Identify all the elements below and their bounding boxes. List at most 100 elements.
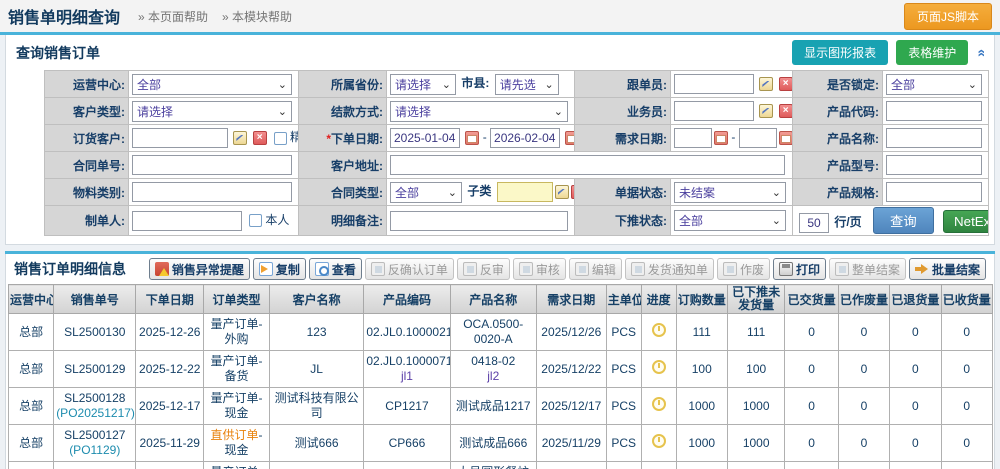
clear-icon[interactable] bbox=[779, 104, 793, 118]
order-customer-input[interactable] bbox=[132, 128, 228, 148]
column-header[interactable]: 进度 bbox=[641, 285, 676, 314]
rows-per-page-input[interactable] bbox=[799, 213, 829, 233]
page-help-link[interactable]: » 本页面帮助 bbox=[138, 8, 208, 25]
calendar-icon[interactable] bbox=[565, 131, 574, 145]
clear-icon[interactable] bbox=[571, 185, 575, 199]
lookup-icon[interactable] bbox=[759, 77, 773, 91]
table-row: 总部SL2500128(PO20251217)2025-12-17量产订单-现金… bbox=[9, 388, 993, 425]
calendar-icon[interactable] bbox=[465, 131, 479, 145]
column-header[interactable]: 销售单号 bbox=[54, 285, 136, 314]
lookup-icon[interactable] bbox=[759, 104, 773, 118]
self-checkbox[interactable] bbox=[249, 214, 262, 227]
cell-product-name: OCA.0500-0020-A bbox=[450, 314, 536, 351]
toolbar-button-label: 编辑 bbox=[592, 261, 616, 278]
progress-clock-icon[interactable] bbox=[652, 323, 666, 337]
lookup-icon[interactable] bbox=[555, 185, 569, 199]
detail-remark-input[interactable] bbox=[390, 211, 568, 231]
progress-clock-icon[interactable] bbox=[652, 360, 666, 374]
void-icon bbox=[723, 262, 737, 276]
customer-type-select[interactable]: 请选择⌄ bbox=[132, 101, 292, 122]
cell-received-qty: 0 bbox=[941, 314, 992, 351]
progress-clock-icon[interactable] bbox=[652, 434, 666, 448]
rows-per-page-label: 行/页 bbox=[834, 215, 861, 229]
product-code-input[interactable] bbox=[886, 101, 982, 121]
column-header[interactable]: 已交货量 bbox=[785, 285, 838, 314]
customer-address-input[interactable] bbox=[390, 155, 785, 175]
demand-date-from-input[interactable] bbox=[674, 128, 712, 148]
po-link[interactable]: (PO1129) bbox=[56, 443, 133, 458]
locked-select[interactable]: 全部⌄ bbox=[886, 74, 982, 95]
exact-checkbox[interactable] bbox=[274, 132, 287, 145]
alert-button[interactable]: 销售异常提醒 bbox=[149, 258, 250, 280]
clear-icon[interactable] bbox=[779, 77, 793, 91]
copy-button[interactable]: 复制 bbox=[253, 258, 306, 280]
city-select[interactable]: 请先选⌄ bbox=[495, 74, 559, 95]
toolbar-button-label: 审核 bbox=[536, 261, 560, 278]
merchandiser-input[interactable] bbox=[674, 74, 754, 94]
material-category-input[interactable] bbox=[132, 182, 292, 202]
contract-type-select[interactable]: 全部⌄ bbox=[390, 182, 462, 203]
print-button[interactable]: 打印 bbox=[773, 258, 826, 280]
view-button[interactable]: 查看 bbox=[309, 258, 362, 280]
search-button[interactable]: 查询 bbox=[873, 207, 934, 234]
push-status-select[interactable]: 全部⌄ bbox=[674, 210, 786, 231]
column-header[interactable]: 需求日期 bbox=[536, 285, 606, 314]
cell-progress bbox=[641, 388, 676, 425]
maker-input[interactable] bbox=[132, 211, 242, 231]
disabled-unaudit-button: 反审 bbox=[457, 258, 510, 280]
collapse-panel-icon[interactable]: » bbox=[972, 49, 988, 57]
calendar-icon[interactable] bbox=[714, 131, 728, 145]
product-spec-input[interactable] bbox=[886, 182, 982, 202]
cell-order-type: 直供订单-现金 bbox=[204, 425, 270, 462]
column-header[interactable]: 产品名称 bbox=[450, 285, 536, 314]
column-header[interactable]: 运营中心 bbox=[9, 285, 54, 314]
column-header[interactable]: 产品编码 bbox=[364, 285, 450, 314]
netexcel-button[interactable]: NetExcel bbox=[943, 210, 988, 233]
query-panel-title: 查询销售订单 bbox=[16, 43, 100, 63]
module-help-link[interactable]: » 本模块帮助 bbox=[222, 8, 292, 25]
column-header[interactable]: 已收货量 bbox=[941, 285, 992, 314]
salesman-input[interactable] bbox=[674, 101, 754, 121]
column-header[interactable]: 主单位 bbox=[606, 285, 641, 314]
contract-no-input[interactable] bbox=[132, 155, 292, 175]
column-header[interactable]: 订购数量 bbox=[676, 285, 727, 314]
page-js-script-button[interactable]: 页面JS脚本 bbox=[904, 3, 992, 30]
cell-voided-qty: 0 bbox=[838, 314, 889, 351]
cell-unit: PCS bbox=[606, 351, 641, 388]
progress-clock-icon[interactable] bbox=[652, 397, 666, 411]
cell-order-date: 2025-12-17 bbox=[136, 388, 204, 425]
label-contract-subtype: 子类 bbox=[467, 184, 491, 198]
chevron-down-icon: ⌄ bbox=[278, 78, 287, 91]
clear-icon[interactable] bbox=[253, 131, 267, 145]
product-name-input[interactable] bbox=[886, 128, 982, 148]
audit-icon bbox=[519, 262, 533, 276]
calendar-icon[interactable] bbox=[779, 131, 793, 145]
label-product-code: 产品代码: bbox=[793, 98, 883, 125]
column-header[interactable]: 已作废量 bbox=[838, 285, 889, 314]
payment-method-select[interactable]: 请选择⌄ bbox=[390, 101, 568, 122]
po-link[interactable]: (PO20251217) bbox=[56, 406, 133, 421]
lookup-icon[interactable] bbox=[233, 131, 247, 145]
order-date-to-input[interactable] bbox=[490, 128, 560, 148]
edit-icon bbox=[575, 262, 589, 276]
province-select[interactable]: 请选择⌄ bbox=[390, 74, 456, 95]
label-product-spec: 产品规格: bbox=[793, 179, 883, 206]
column-header[interactable]: 已下推未发货量 bbox=[727, 285, 785, 314]
column-header[interactable]: 已退货量 bbox=[890, 285, 941, 314]
demand-date-to-input[interactable] bbox=[739, 128, 777, 148]
disabled-delivery-notice-button: 发货通知单 bbox=[625, 258, 714, 280]
column-header[interactable]: 下单日期 bbox=[136, 285, 204, 314]
doc-status-select[interactable]: 未结案⌄ bbox=[674, 182, 786, 203]
order-date-from-input[interactable] bbox=[390, 128, 460, 148]
chevron-down-icon: ⌄ bbox=[772, 186, 781, 199]
product-model-input[interactable] bbox=[886, 155, 982, 175]
table-maintain-button[interactable]: 表格维护 bbox=[896, 40, 968, 65]
show-chart-report-button[interactable]: 显示图形报表 bbox=[792, 40, 888, 65]
operation-center-select[interactable]: 全部⌄ bbox=[132, 74, 292, 95]
batch-close-button[interactable]: 批量结案 bbox=[909, 258, 986, 280]
table-row: 总部SL25001292025-12-22量产订单-备货JL02.JL0.100… bbox=[9, 351, 993, 388]
column-header[interactable]: 订单类型 bbox=[204, 285, 270, 314]
column-header[interactable]: 客户名称 bbox=[269, 285, 363, 314]
label-order-customer: 订货客户: bbox=[45, 125, 129, 152]
contract-subtype-input[interactable] bbox=[497, 182, 553, 202]
